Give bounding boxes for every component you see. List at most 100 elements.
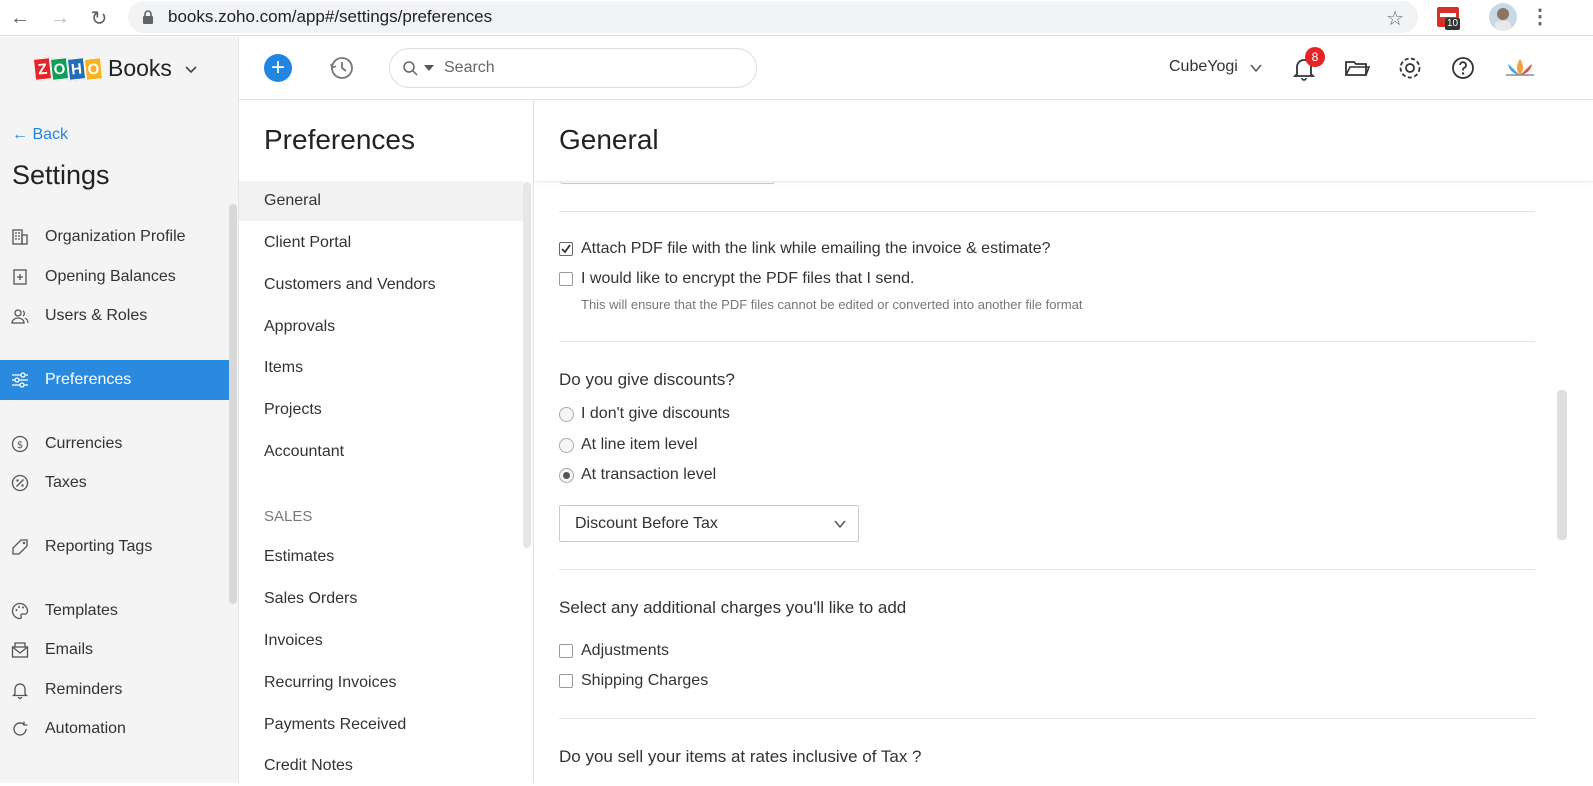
reload-icon[interactable]: ↻: [85, 4, 113, 32]
back-link-label: Back: [32, 126, 69, 143]
sidebar-item-currencies[interactable]: $ Currencies: [0, 424, 229, 464]
section-divider: [559, 211, 1535, 212]
bell-icon: [11, 683, 29, 699]
pref-item-items[interactable]: Items: [239, 348, 523, 388]
zoho-logo: Z O H O: [32, 56, 104, 81]
discount-transaction-radio[interactable]: [559, 467, 574, 483]
sidebar-item-opening-balances[interactable]: Opening Balances: [0, 257, 229, 297]
sidebar-scrollbar[interactable]: [229, 204, 237, 604]
back-link[interactable]: ← Back: [12, 126, 68, 144]
adjustments-option[interactable]: Adjustments: [559, 642, 669, 660]
chevron-down-icon[interactable]: [1250, 63, 1262, 73]
sidebar-item-label: Taxes: [45, 474, 87, 491]
pref-item-general[interactable]: General: [239, 181, 523, 221]
sidebar-item-reminders[interactable]: Reminders: [0, 670, 229, 710]
browser-toolbar: ← → ↻ books.zoho.com/app#/settings/prefe…: [0, 0, 1593, 36]
sidebar-item-taxes[interactable]: Taxes: [0, 463, 229, 503]
help-icon[interactable]: [1450, 55, 1476, 81]
attach-pdf-label: Attach PDF file with the link while emai…: [581, 240, 1051, 257]
url-text: books.zoho.com/app#/settings/preferences: [168, 7, 493, 26]
sidebar-item-emails[interactable]: Emails: [0, 630, 229, 670]
page-title: Settings: [12, 160, 110, 190]
discount-type-select[interactable]: Discount Before Tax: [559, 505, 859, 542]
section-heading-sales: SALES: [264, 508, 313, 525]
notification-badge: 8: [1305, 47, 1325, 67]
pref-item-payments-received[interactable]: Payments Received: [239, 705, 523, 745]
app-header: Z O H O Books + CubeYogi 8: [0, 37, 1593, 100]
back-arrow-icon[interactable]: ←: [6, 4, 34, 32]
content-scrollbar[interactable]: [1557, 390, 1567, 540]
encrypt-pdf-hint: This will ensure that the PDF files cann…: [581, 297, 1083, 312]
bookmark-star-icon[interactable]: ☆: [1386, 6, 1404, 31]
sidebar-item-automation[interactable]: Automation: [0, 709, 229, 749]
palette-icon: [11, 602, 29, 620]
caret-down-icon[interactable]: [424, 64, 434, 72]
search-input[interactable]: [444, 59, 724, 77]
zoho-logo-letter: O: [83, 56, 104, 81]
tax-inclusive-question: Do you sell your items at rates inclusiv…: [559, 747, 922, 766]
pref-item-recurring-invoices[interactable]: Recurring Invoices: [239, 663, 523, 703]
content-title: General: [559, 124, 659, 155]
encrypt-pdf-checkbox[interactable]: [559, 272, 573, 286]
sidebar-item-preferences[interactable]: Preferences: [0, 360, 229, 400]
discount-line-item-radio[interactable]: [559, 437, 574, 453]
folder-icon[interactable]: [1344, 55, 1370, 81]
search-icon[interactable]: [402, 60, 418, 76]
organization-switcher[interactable]: CubeYogi: [1169, 58, 1238, 76]
charges-question: Select any additional charges you'll lik…: [559, 598, 907, 617]
sidebar-item-label: Reporting Tags: [45, 538, 153, 555]
sidebar-item-users-roles[interactable]: Users & Roles: [0, 296, 229, 336]
sidebar-item-label: Automation: [45, 720, 126, 737]
pref-item-customers-vendors[interactable]: Customers and Vendors: [239, 265, 523, 305]
radio-label: I don't give discounts: [581, 405, 730, 422]
quick-create-button[interactable]: +: [264, 54, 292, 82]
pref-item-sales-orders[interactable]: Sales Orders: [239, 579, 523, 619]
shipping-charges-option[interactable]: Shipping Charges: [559, 672, 708, 690]
pref-item-credit-notes[interactable]: Credit Notes: [239, 746, 523, 786]
brand-name: Books: [108, 55, 172, 81]
sidebar-item-label: Organization Profile: [45, 228, 186, 245]
pref-item-estimates[interactable]: Estimates: [239, 537, 523, 577]
sidebar-item-label: Preferences: [45, 371, 132, 388]
attach-pdf-option[interactable]: Attach PDF file with the link while emai…: [559, 240, 1051, 258]
sidebar-item-reporting-tags[interactable]: Reporting Tags: [0, 527, 229, 567]
discount-option-transaction[interactable]: At transaction level: [559, 466, 716, 484]
search-bar: [389, 48, 757, 88]
preferences-title: Preferences: [264, 124, 415, 155]
adjustments-checkbox[interactable]: [559, 644, 573, 658]
discount-none-radio[interactable]: [559, 406, 574, 422]
pref-item-client-portal[interactable]: Client Portal: [239, 223, 523, 263]
attach-pdf-checkbox[interactable]: [559, 242, 573, 256]
sidebar-item-label: Reminders: [45, 681, 123, 698]
pref-item-accountant[interactable]: Accountant: [239, 432, 523, 472]
encrypt-pdf-option[interactable]: I would like to encrypt the PDF files th…: [559, 270, 915, 288]
forward-arrow-icon[interactable]: →: [46, 4, 74, 32]
kebab-menu-icon[interactable]: ⋮: [1530, 4, 1550, 30]
pref-item-invoices[interactable]: Invoices: [239, 621, 523, 661]
pref-item-projects[interactable]: Projects: [239, 390, 523, 430]
sidebar-item-templates[interactable]: Templates: [0, 591, 229, 631]
lock-icon: [143, 10, 153, 24]
radio-selected-dot: [563, 471, 570, 479]
sidebar-item-label: Templates: [45, 602, 118, 619]
history-icon[interactable]: [328, 54, 356, 82]
sidebar-item-organization-profile[interactable]: Organization Profile: [0, 217, 229, 257]
lotus-logo-icon[interactable]: [1503, 55, 1537, 81]
discount-option-line-item[interactable]: At line item level: [559, 436, 698, 454]
currency-icon: $: [11, 435, 29, 453]
discount-option-none[interactable]: I don't give discounts: [559, 405, 730, 423]
checkbox-label: Shipping Charges: [581, 672, 709, 689]
automation-icon: [13, 721, 28, 736]
address-bar[interactable]: books.zoho.com/app#/settings/preferences…: [128, 1, 1418, 33]
building-icon: [12, 229, 28, 245]
preferences-scrollbar[interactable]: [523, 182, 531, 548]
pref-item-approvals[interactable]: Approvals: [239, 307, 523, 347]
browser-profile-avatar[interactable]: [1489, 3, 1517, 31]
sidebar-item-label: Currencies: [45, 435, 123, 452]
section-divider: [559, 569, 1535, 570]
sidebar-item-label: Opening Balances: [45, 268, 176, 285]
gear-icon[interactable]: [1397, 55, 1423, 81]
brand-switcher[interactable]: Z O H O Books: [0, 37, 239, 100]
shipping-charges-checkbox[interactable]: [559, 674, 573, 688]
sliders-icon: [12, 372, 28, 388]
